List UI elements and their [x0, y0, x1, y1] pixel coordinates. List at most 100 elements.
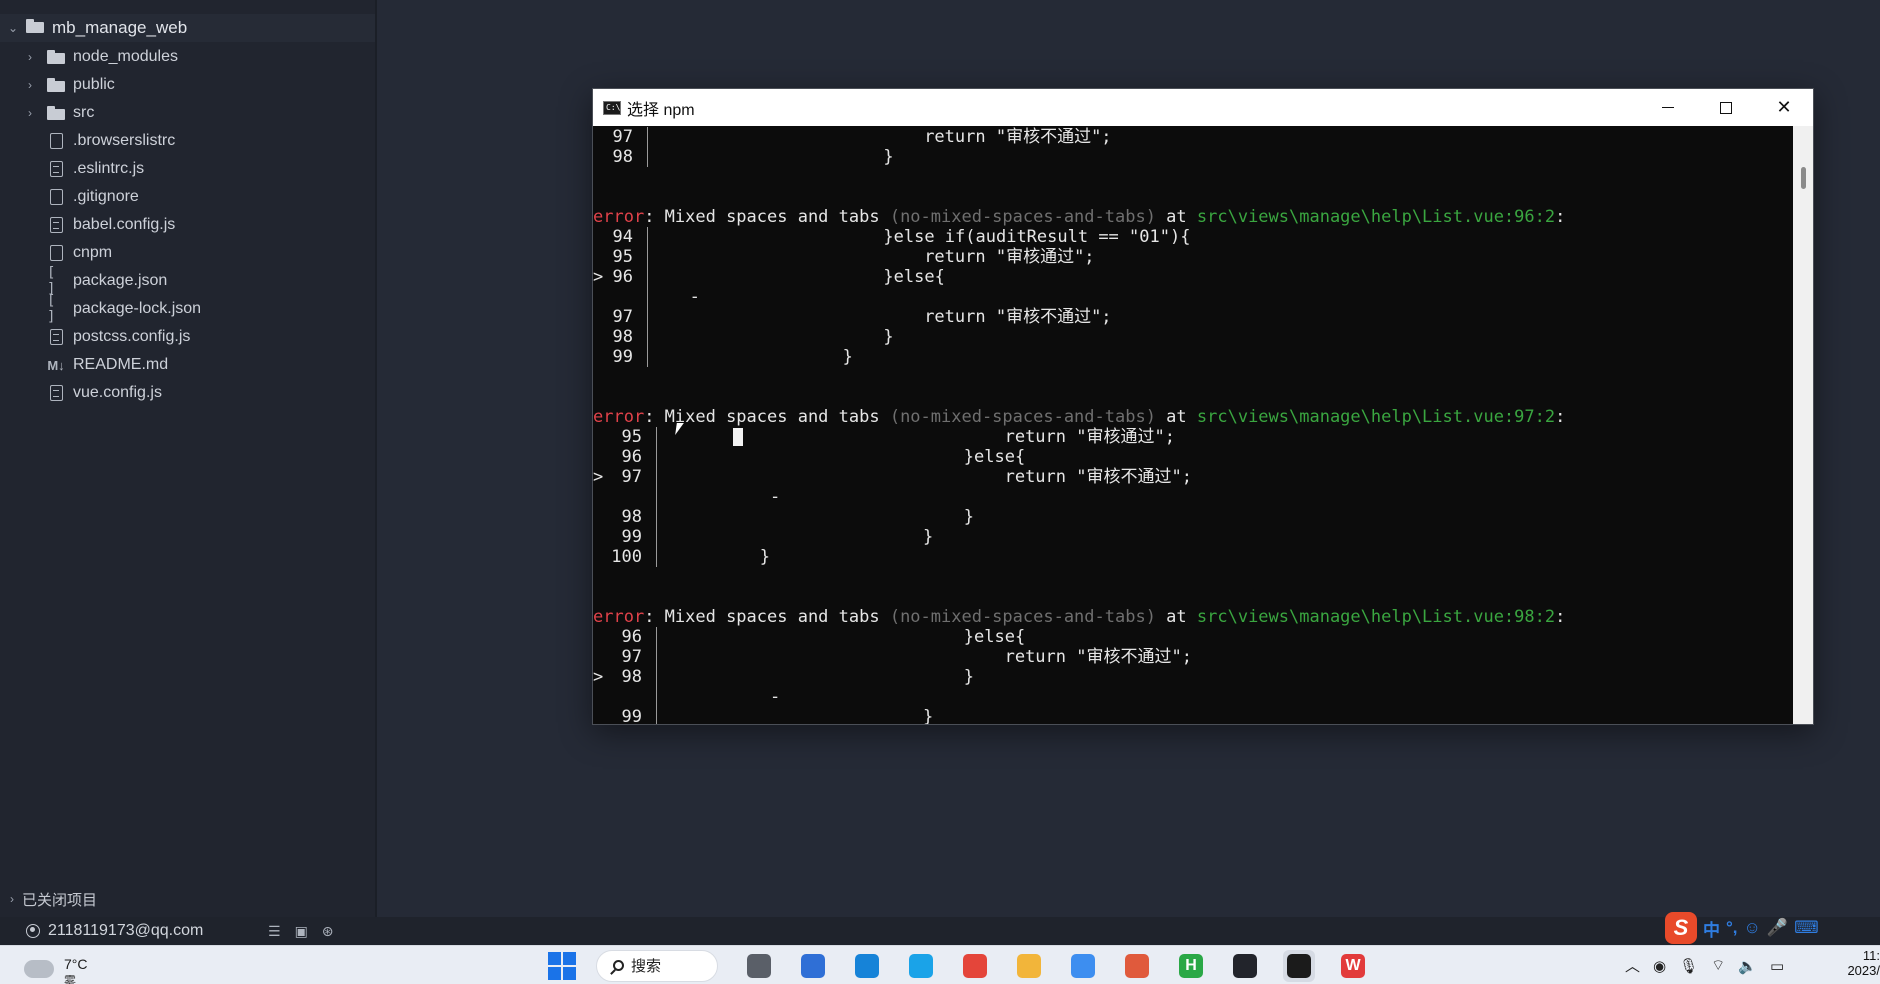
dingtalk-app[interactable]	[1067, 950, 1099, 982]
ime-toolbar: S 中 °, ☺ 🎤 ⌨	[1665, 912, 1819, 944]
tree-item-label: cnpm	[73, 244, 113, 261]
terminal-icon[interactable]: ▣	[295, 923, 308, 940]
battery-icon[interactable]: ▭	[1770, 957, 1784, 975]
code-line: 96}else{	[621, 447, 1026, 467]
pc-manager-icon	[801, 953, 825, 978]
microphone-icon[interactable]: 🎙	[1679, 957, 1698, 975]
terminal-scrollbar[interactable]	[1793, 126, 1813, 724]
clock-date: 2023/	[1847, 963, 1880, 978]
pc-manager-app[interactable]	[797, 950, 829, 982]
code-line: >96}else{	[593, 267, 945, 287]
code-line: 94}else if(auditResult == "01"){	[612, 227, 1191, 247]
edge-icon	[855, 953, 879, 978]
sogou-browser-app[interactable]	[905, 950, 937, 982]
tree-item-label: README.md	[73, 356, 169, 373]
tree-item-label: postcss.config.js	[73, 328, 191, 345]
tree-item-label: package-lock.json	[73, 300, 202, 317]
taskbar-search[interactable]: 搜索	[596, 949, 718, 982]
sogou-ime-icon[interactable]: S	[1665, 912, 1697, 944]
tree-item-label: .browserslistrc	[73, 132, 176, 149]
tree-item[interactable]: ›cnpm	[0, 239, 375, 267]
tree-item[interactable]: › public	[0, 71, 375, 99]
file-code-icon	[47, 160, 65, 178]
edge-app[interactable]	[851, 950, 883, 982]
hbuilder-app[interactable]: H	[1175, 950, 1207, 982]
dingtalk-icon	[1071, 953, 1095, 978]
code-line: 97 return "审核不通过";	[612, 307, 1112, 327]
tree-item[interactable]: ›.eslintrc.js	[0, 155, 375, 183]
volume-icon[interactable]: 🔈	[1738, 957, 1757, 975]
terminal-app[interactable]	[1283, 949, 1315, 982]
close-button[interactable]: ✕	[1755, 89, 1813, 126]
system-clock[interactable]: 11: 2023/	[1840, 948, 1880, 978]
qq-icon[interactable]: ◉	[1653, 957, 1666, 975]
code-line: 99}	[612, 347, 853, 367]
account-status[interactable]: 2118119173@qq.com	[26, 917, 203, 945]
tree-root-project[interactable]: ⌄ mb_manage_web	[0, 14, 375, 42]
code-line: 96}else{	[621, 627, 1026, 647]
terminal-title: 选择 npm	[627, 101, 695, 119]
office-icon	[1125, 953, 1149, 978]
tree-item[interactable]: › node_modules	[0, 43, 375, 71]
network-icon[interactable]: ⊛	[322, 923, 334, 940]
tree-item[interactable]: ›[ ]package-lock.json	[0, 293, 375, 325]
ime-keyboard-icon[interactable]: ⌨	[1794, 918, 1819, 938]
tree-item[interactable]: › src	[0, 99, 375, 127]
tree-item[interactable]: ›.gitignore	[0, 183, 375, 211]
maximize-button[interactable]	[1697, 89, 1755, 126]
folder-app[interactable]	[1013, 950, 1045, 982]
error-caret-line: -	[593, 687, 1793, 707]
ime-punctuation[interactable]: °,	[1726, 918, 1738, 938]
tree-item[interactable]: ›M↓README.md	[0, 351, 375, 379]
terminal-output[interactable]: 97 return "审核不通过"; 98} error: Mixed spaces …	[593, 126, 1793, 724]
weather-description: 雾	[64, 974, 77, 984]
minimize-button[interactable]	[1639, 89, 1697, 126]
wps-app[interactable]: W	[1337, 950, 1369, 982]
jetbrains-app[interactable]	[1229, 950, 1261, 982]
chevron-down-icon[interactable]: ⌄	[8, 21, 20, 35]
tree-item[interactable]: ›babel.config.js	[0, 211, 375, 239]
system-tray: ︿ ◉ 🎙 ⌔ 🔈 ▭	[1625, 946, 1784, 984]
error-caret-line: -	[593, 487, 1793, 507]
sidebar-divider[interactable]	[375, 0, 377, 917]
cmd-icon: C:\	[603, 100, 621, 115]
chrome-app[interactable]	[959, 950, 991, 982]
chevron-right-icon[interactable]: ›	[28, 106, 40, 120]
ime-voice-icon[interactable]: 🎤	[1767, 918, 1788, 938]
terminal-window[interactable]: C:\ 选择 npm ✕ 97 return "审核不通过"; 98} error: …	[592, 88, 1814, 725]
tree-item[interactable]: ›vue.config.js	[0, 379, 375, 407]
chevron-right-icon[interactable]: ›	[28, 78, 40, 92]
file-code-icon	[47, 384, 65, 402]
code-line: 99}	[593, 707, 1793, 724]
weather-widget[interactable]: 7°C 雾	[24, 948, 88, 984]
list-icon[interactable]: ☰	[268, 923, 281, 940]
tree-item[interactable]: ›[ ]package.json	[0, 265, 375, 297]
ime-chinese-mode[interactable]: 中	[1703, 916, 1720, 941]
office-app[interactable]	[1121, 950, 1153, 982]
code-line: >98}	[593, 667, 975, 687]
file-code-icon	[47, 216, 65, 234]
file-code-icon	[47, 328, 65, 346]
scrollbar-thumb[interactable]	[1801, 167, 1806, 189]
project-name: mb_manage_web	[52, 18, 188, 37]
tree-item-label: src	[73, 104, 95, 121]
file-explorer-app[interactable]	[743, 950, 775, 982]
tree-item[interactable]: ›postcss.config.js	[0, 323, 375, 351]
code-line: 99}	[621, 527, 934, 547]
tree-item[interactable]: ›.browserslistrc	[0, 127, 375, 155]
ime-emoji-icon[interactable]: ☺	[1744, 918, 1761, 938]
folder-icon	[47, 104, 65, 122]
closed-projects-toggle[interactable]: › 已关闭项目	[0, 886, 375, 912]
chevron-right-icon[interactable]: ›	[28, 50, 40, 64]
code-line: 98}	[621, 507, 975, 527]
tree-item-label: package.json	[73, 272, 168, 289]
wifi-icon[interactable]: ⌔	[1711, 956, 1725, 975]
terminal-titlebar[interactable]: C:\ 选择 npm ✕	[593, 89, 1813, 126]
account-email: 2118119173@qq.com	[48, 922, 204, 939]
file-icon	[47, 132, 65, 150]
tree-item-label: public	[73, 76, 115, 93]
jetbrains-icon	[1233, 953, 1257, 978]
tree-item-label: babel.config.js	[73, 216, 176, 233]
start-button[interactable]	[548, 951, 576, 980]
chevron-up-icon[interactable]: ︿	[1625, 955, 1640, 976]
